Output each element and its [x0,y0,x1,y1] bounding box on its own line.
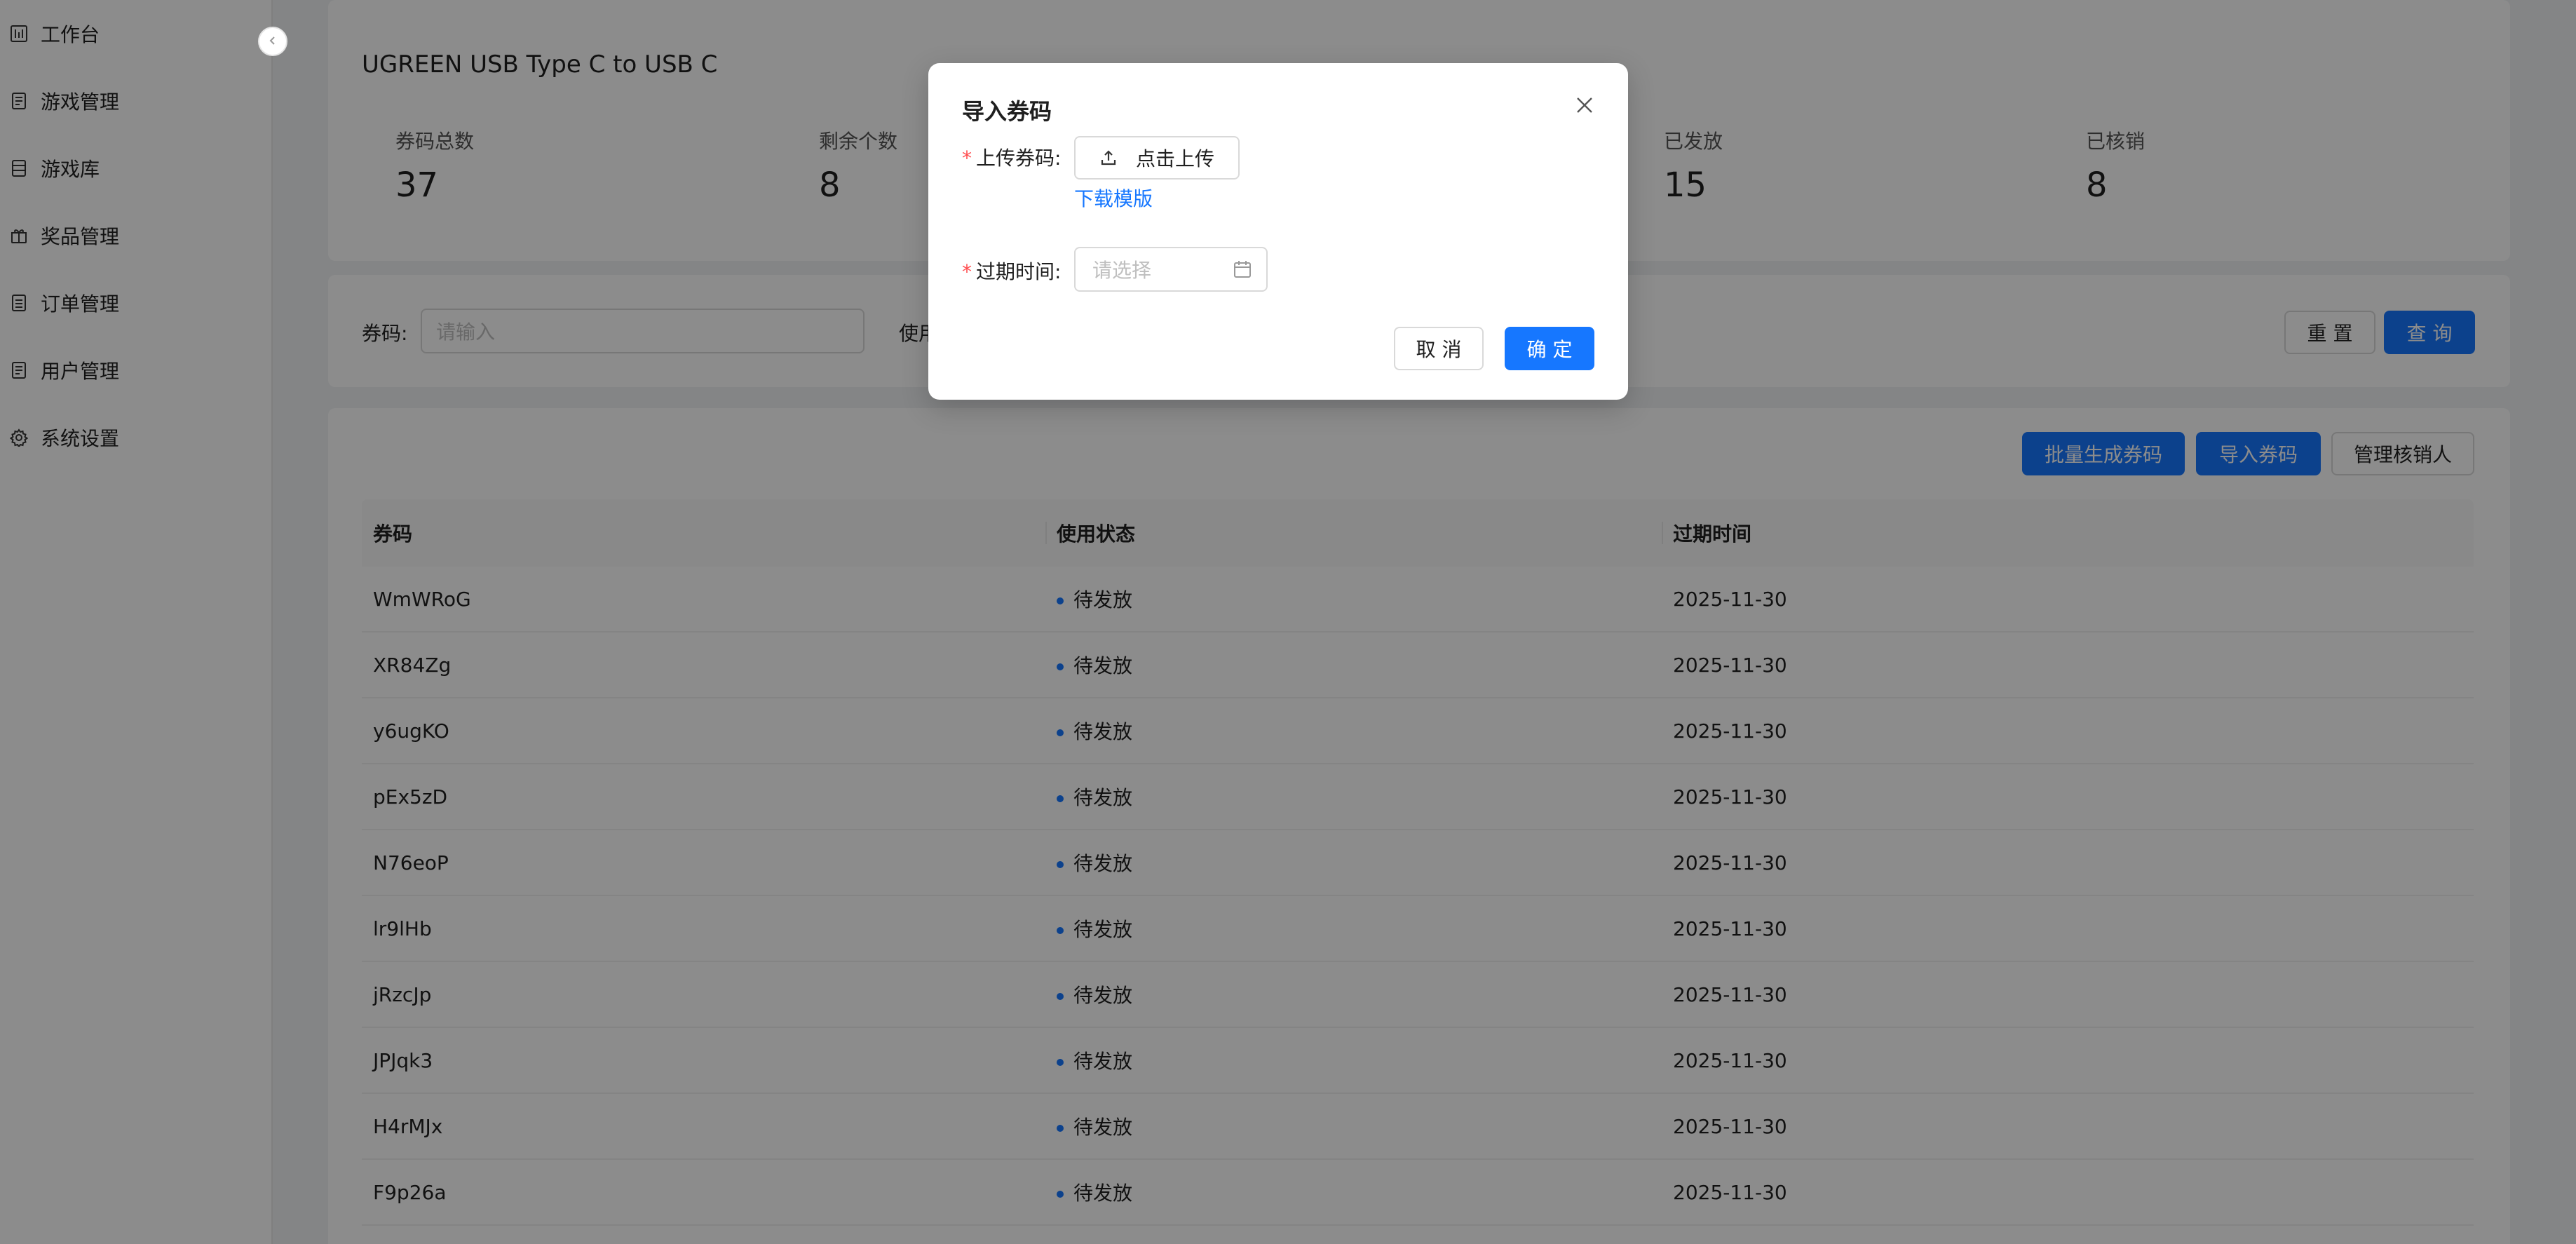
upload-button[interactable]: 点击上传 [1074,136,1240,180]
app-root: 工作台 游戏管理 游戏库 奖品管理 订单管理 用户管理 系统设置 UGREEN … [0,0,2576,1244]
modal-close-button[interactable] [1569,91,1600,122]
import-codes-modal: 导入券码 * 上传券码: 点击上传 下载模版 * 过期时间: 请选择 取 消 确 定 [928,63,1628,400]
download-template-link[interactable]: 下载模版 [1074,184,1153,212]
expire-date-picker[interactable]: 请选择 [1074,247,1268,292]
required-mark: * [962,147,972,170]
confirm-button[interactable]: 确 定 [1505,327,1594,370]
date-picker-placeholder: 请选择 [1092,259,1152,282]
upload-button-label: 点击上传 [1135,147,1214,170]
upload-codes-label: * 上传券码: [962,147,1062,170]
close-icon [1575,95,1594,118]
calendar-icon [1233,259,1252,279]
required-mark: * [962,260,972,283]
modal-title: 导入券码 [962,98,1052,125]
sidebar-collapse-button[interactable] [258,27,287,56]
chevron-left-icon [268,35,278,48]
upload-icon [1099,149,1118,167]
expire-time-label: * 过期时间: [962,260,1062,283]
cancel-button[interactable]: 取 消 [1394,327,1484,370]
